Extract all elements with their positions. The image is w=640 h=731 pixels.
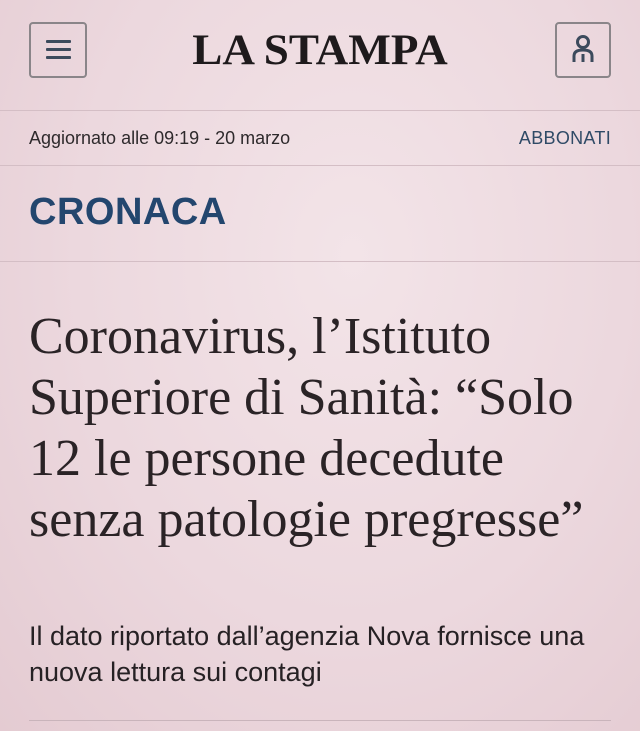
section-label[interactable]: CRONACA	[29, 191, 227, 234]
article-headline[interactable]: Coronavirus, l’Istituto Superiore di San…	[29, 306, 619, 550]
article-subtitle: Il dato riportato dall’agenzia Nova forn…	[29, 621, 585, 687]
account-button[interactable]	[555, 22, 611, 78]
user-account-icon	[572, 35, 594, 62]
divider	[29, 720, 611, 721]
site-header: LA STAMPA	[0, 0, 640, 111]
update-bar: Aggiornato alle 09:19 - 20 marzo ABBONAT…	[0, 111, 640, 166]
last-updated-text: Aggiornato alle 09:19 - 20 marzo	[29, 128, 291, 148]
subscribe-link[interactable]: ABBONATI	[519, 128, 611, 149]
site-logo[interactable]: LA STAMPA	[0, 26, 640, 75]
divider	[0, 261, 640, 262]
